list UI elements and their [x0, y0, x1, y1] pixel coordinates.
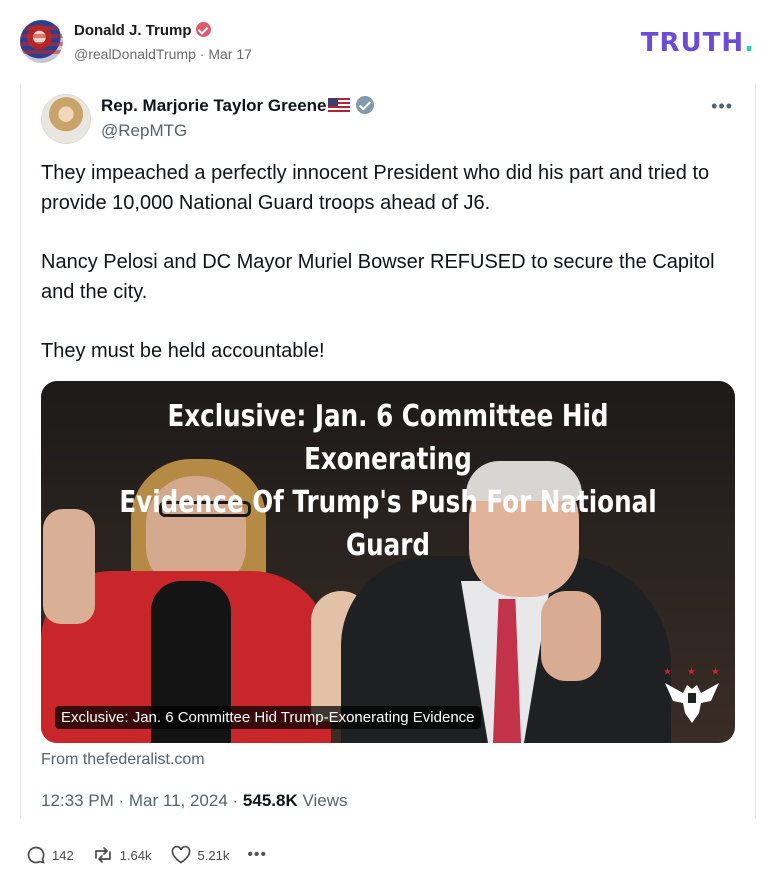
truth-logo[interactable]: TRUTH.	[641, 28, 755, 58]
article-image: Exclusive: Jan. 6 Committee Hid Exonerat…	[41, 381, 735, 743]
verified-badge-icon	[195, 22, 211, 37]
photo-man-hand	[541, 591, 601, 681]
post-paragraph: Nancy Pelosi and DC Mayor Muriel Bowser …	[41, 251, 715, 303]
post-paragraph: They impeached a perfectly innocent Pres…	[41, 162, 710, 214]
photo-raised-hand	[43, 509, 95, 624]
views-count: 545.8K	[242, 791, 298, 810]
action-bar: 142 1.64k 5.21k •••	[26, 843, 267, 867]
author-name[interactable]: Donald J. Trump	[74, 22, 211, 39]
repost-arrows-icon	[94, 847, 111, 863]
embedded-author-avatar	[41, 94, 91, 144]
embedded-post-text: They impeached a perfectly innocent Pres…	[41, 158, 731, 395]
like-count: 5.21k	[197, 847, 230, 863]
heart-icon	[171, 845, 190, 864]
us-flag-icon	[328, 98, 351, 112]
post-date[interactable]: Mar 17	[208, 46, 252, 62]
embedded-author-name: Rep. Marjorie Taylor Greene	[101, 96, 375, 116]
timestamp-separator: ·	[113, 791, 129, 810]
author-name-text[interactable]: Donald J. Trump	[74, 22, 192, 39]
truth-logo-text: TRUTH	[640, 28, 745, 58]
meta-separator: ·	[195, 46, 209, 62]
post-time: 12:33 PM	[41, 791, 114, 810]
timestamp-separator: ·	[227, 791, 243, 810]
post-paragraph: They must be held accountable!	[41, 340, 325, 362]
reply-button[interactable]: 142	[26, 845, 74, 865]
embedded-author-name-text: Rep. Marjorie Taylor Greene	[101, 96, 327, 115]
like-button[interactable]: 5.21k	[170, 845, 230, 865]
headline-line: Evidence Of Trump's Push For National Gu…	[119, 485, 657, 563]
truth-logo-dot: .	[744, 28, 755, 58]
embedded-post: Rep. Marjorie Taylor Greene @RepMTG ••• …	[20, 84, 756, 818]
author-meta: @realDonaldTrump · Mar 17	[74, 46, 252, 62]
author-handle[interactable]: @realDonaldTrump	[74, 46, 196, 62]
post-timestamp: 12:33 PM · Mar 11, 2024 · 545.8K Views	[41, 791, 348, 811]
post-header: Donald J. Trump @realDonaldTrump · Mar 1…	[0, 0, 777, 80]
author-avatar[interactable]	[20, 20, 63, 63]
headline-line: Exclusive: Jan. 6 Committee Hid Exonerat…	[167, 399, 609, 477]
speech-bubble-icon	[27, 846, 45, 864]
more-options-icon: •••	[711, 96, 733, 116]
image-headline: Exclusive: Jan. 6 Committee Hid Exonerat…	[103, 395, 672, 567]
ellipsis-icon[interactable]: •••	[247, 846, 267, 864]
link-source: From thefederalist.com	[41, 751, 205, 768]
retruth-button[interactable]: 1.64k	[92, 845, 152, 865]
verified-badge-icon	[356, 96, 375, 114]
retruth-count: 1.64k	[119, 847, 152, 863]
post-date: Mar 11, 2024	[128, 791, 228, 810]
reply-count: 142	[52, 847, 74, 863]
views-label: Views	[302, 791, 348, 810]
eagle-logo-icon	[664, 668, 719, 723]
embedded-author-handle: @RepMTG	[101, 121, 188, 140]
image-caption: Exclusive: Jan. 6 Committee Hid Trump-Ex…	[55, 706, 481, 729]
